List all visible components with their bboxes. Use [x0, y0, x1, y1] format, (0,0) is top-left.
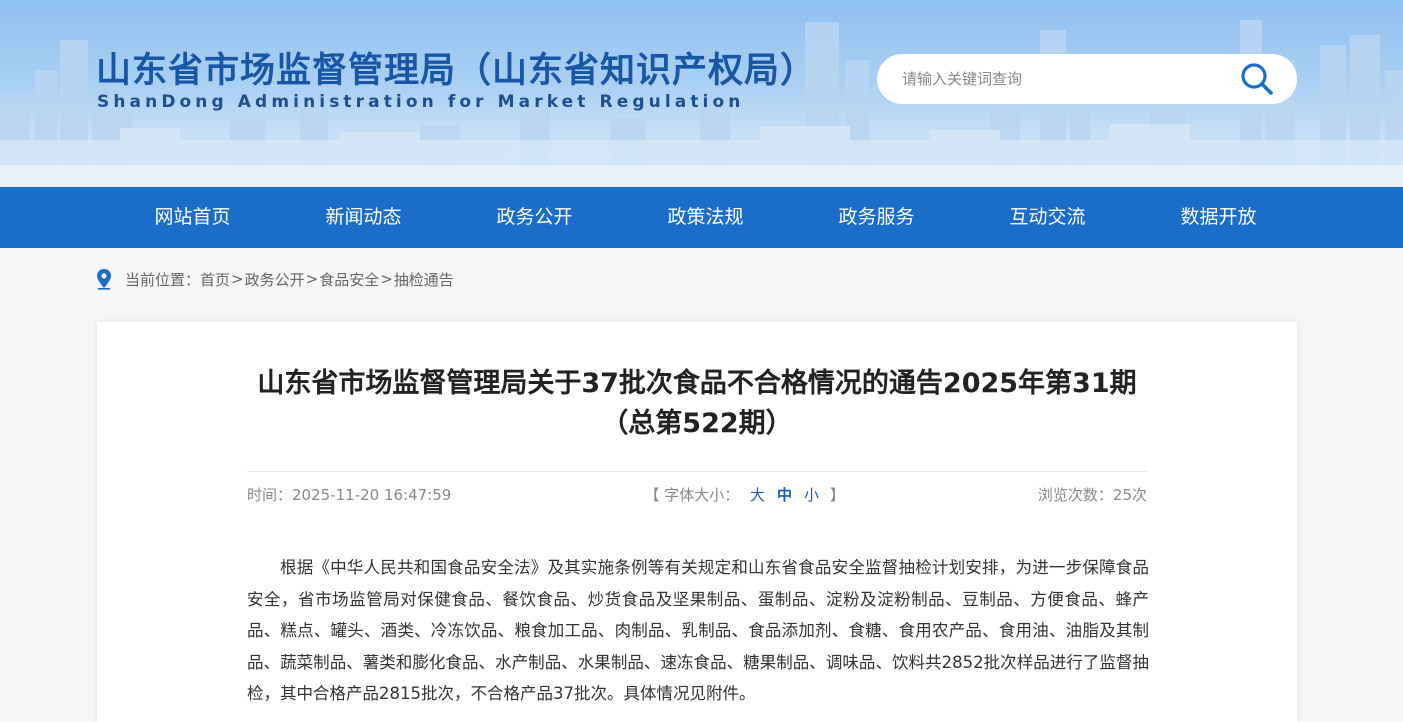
- view-count-value: 25次: [1112, 486, 1147, 504]
- breadcrumb-home[interactable]: 首页: [200, 269, 230, 290]
- font-size-control: 【 字体大小： 大中小 】: [644, 484, 844, 505]
- search-input[interactable]: [902, 70, 1222, 88]
- breadcrumb-gov-affairs[interactable]: 政务公开: [245, 269, 305, 290]
- nav-item-open-data[interactable]: 数据开放: [1133, 187, 1304, 248]
- article-meta: 时间：2025-11-20 16:47:59 【 字体大小： 大中小 】 浏览次…: [247, 471, 1147, 505]
- search-icon[interactable]: [1239, 62, 1275, 96]
- font-size-small-button[interactable]: 小: [804, 486, 819, 504]
- view-count: 浏览次数：25次: [1038, 484, 1147, 505]
- nav-item-news[interactable]: 新闻动态: [278, 187, 449, 248]
- nav-item-gov-affairs[interactable]: 政务公开: [449, 187, 620, 248]
- breadcrumb-separator: >: [231, 270, 244, 288]
- search-box: [877, 54, 1297, 104]
- article-card: 山东省市场监督管理局关于37批次食品不合格情况的通告2025年第31期（总第52…: [97, 322, 1297, 722]
- breadcrumb-inspection-notice[interactable]: 抽检通告: [394, 269, 454, 290]
- nav-item-services[interactable]: 政务服务: [791, 187, 962, 248]
- publish-time: 时间：2025-11-20 16:47:59: [247, 484, 451, 505]
- site-subtitle: ShanDong Administration for Market Regul…: [97, 92, 745, 112]
- font-size-medium-button[interactable]: 中: [777, 486, 792, 504]
- nav-item-policies[interactable]: 政策法规: [620, 187, 791, 248]
- article-body: 根据《中华人民共和国食品安全法》及其实施条例等有关规定和山东省食品安全监督抽检计…: [247, 558, 1149, 703]
- site-title: 山东省市场监督管理局（山东省知识产权局）: [96, 51, 817, 91]
- header-banner: 山东省市场监督管理局（山东省知识产权局） ShanDong Administra…: [0, 0, 1403, 187]
- breadcrumb-separator: >: [380, 270, 393, 288]
- breadcrumb-separator: >: [305, 270, 319, 288]
- view-count-label: 浏览次数：: [1037, 486, 1113, 504]
- publish-time-value: 2025-11-20 16:47:59: [292, 486, 452, 504]
- font-size-large-button[interactable]: 大: [750, 486, 765, 504]
- nav-item-interaction[interactable]: 互动交流: [962, 187, 1133, 248]
- font-size-bracket-open: 【: [644, 486, 660, 504]
- article-title: 山东省市场监督管理局关于37批次食品不合格情况的通告2025年第31期（总第52…: [257, 368, 1137, 439]
- breadcrumb: 当前位置： 首页 > 政务公开 > 食品安全 > 抽检通告: [96, 268, 454, 290]
- breadcrumb-prefix: 当前位置：: [125, 270, 201, 289]
- font-size-bracket-close: 】: [829, 486, 845, 504]
- main-nav: 网站首页 新闻动态 政务公开 政策法规 政务服务 互动交流 数据开放: [0, 187, 1403, 248]
- location-pin-icon: [97, 269, 111, 290]
- breadcrumb-food-safety[interactable]: 食品安全: [319, 269, 379, 290]
- publish-time-label: 时间：: [247, 486, 293, 504]
- nav-item-home[interactable]: 网站首页: [107, 187, 278, 248]
- font-size-label: 字体大小：: [664, 486, 740, 504]
